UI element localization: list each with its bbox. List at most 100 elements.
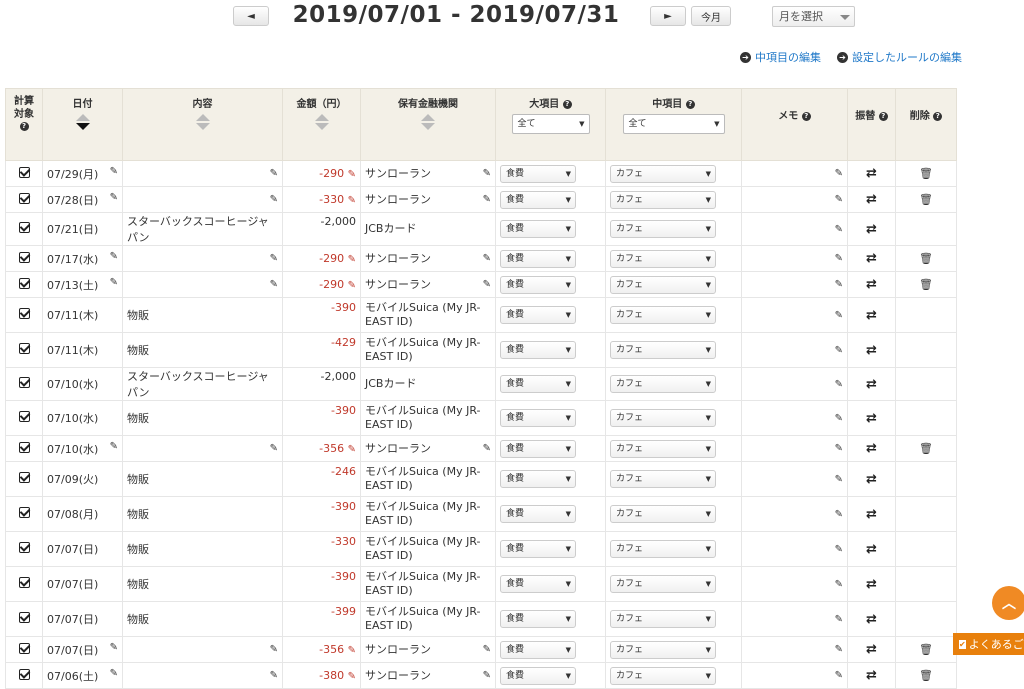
middle-category-select[interactable]: カフェ	[610, 375, 716, 393]
target-checkbox[interactable]	[18, 507, 30, 518]
target-checkbox[interactable]	[18, 308, 30, 319]
transfer-icon[interactable]: ⇄	[866, 577, 877, 592]
middle-category-select[interactable]: カフェ	[610, 190, 716, 209]
pencil-icon[interactable]: ✎	[270, 194, 278, 205]
trash-icon[interactable]: 🗑	[919, 669, 933, 682]
target-checkbox[interactable]	[18, 377, 30, 388]
pencil-icon[interactable]: ✎	[270, 443, 278, 454]
target-checkbox[interactable]	[18, 668, 30, 680]
help-icon[interactable]: ?	[19, 121, 29, 131]
large-category-select[interactable]: 食費	[500, 190, 576, 209]
large-category-select[interactable]: 食費	[500, 375, 576, 393]
pencil-icon[interactable]: ✎	[110, 642, 118, 653]
large-category-select[interactable]: 食費	[500, 220, 576, 238]
col-date[interactable]: 日付	[42, 88, 123, 161]
trash-icon[interactable]: 🗑	[919, 442, 933, 455]
pencil-icon[interactable]: ✎	[348, 254, 356, 265]
middle-category-select[interactable]: カフェ	[610, 275, 716, 294]
pencil-icon[interactable]: ✎	[483, 669, 491, 683]
large-category-select[interactable]: 食費	[500, 249, 576, 268]
target-checkbox[interactable]	[18, 642, 30, 654]
pencil-icon[interactable]: ✎	[348, 645, 356, 656]
middle-filter-select[interactable]: 全て	[622, 114, 725, 134]
target-checkbox[interactable]	[18, 251, 30, 263]
large-category-select[interactable]: 食費	[500, 470, 576, 488]
scroll-to-top-button[interactable]: ︿	[992, 586, 1024, 620]
month-select[interactable]: 月を選択	[772, 6, 855, 27]
large-category-select[interactable]: 食費	[500, 341, 576, 359]
pencil-icon[interactable]: ✎	[110, 441, 118, 452]
target-checkbox[interactable]	[18, 441, 30, 453]
pencil-icon[interactable]: ✎	[270, 253, 278, 264]
transfer-icon[interactable]: ⇄	[866, 277, 877, 292]
large-category-select[interactable]: 食費	[500, 610, 576, 628]
transfer-icon[interactable]: ⇄	[866, 507, 877, 522]
pencil-icon[interactable]: ✎	[270, 279, 278, 290]
large-category-select[interactable]: 食費	[500, 164, 576, 183]
large-filter-select[interactable]: 全て	[511, 114, 590, 134]
this-month-button[interactable]: 今月	[691, 6, 731, 26]
middle-category-select[interactable]: カフェ	[610, 341, 716, 359]
pencil-icon[interactable]: ✎	[270, 644, 278, 655]
transfer-icon[interactable]: ⇄	[866, 251, 877, 266]
transfer-icon[interactable]: ⇄	[866, 192, 877, 207]
pencil-icon[interactable]: ✎	[835, 670, 843, 681]
pencil-icon[interactable]: ✎	[835, 443, 843, 454]
target-checkbox[interactable]	[18, 542, 30, 553]
middle-category-select[interactable]: カフェ	[610, 306, 716, 324]
middle-category-select[interactable]: カフェ	[610, 439, 716, 458]
middle-category-select[interactable]: カフェ	[610, 640, 716, 659]
sort-icon[interactable]	[421, 114, 435, 130]
pencil-icon[interactable]: ✎	[348, 195, 356, 206]
target-checkbox[interactable]	[18, 577, 30, 588]
transfer-icon[interactable]: ⇄	[866, 612, 877, 627]
edit-rules-link[interactable]: ➔ 設定したルールの編集	[837, 49, 962, 65]
faq-button[interactable]: ✔ よくあるご質問	[953, 633, 1024, 655]
pencil-icon[interactable]: ✎	[270, 670, 278, 681]
trash-icon[interactable]: 🗑	[919, 278, 933, 291]
middle-category-select[interactable]: カフェ	[610, 164, 716, 183]
pencil-icon[interactable]: ✎	[348, 444, 356, 455]
help-icon[interactable]: ?	[562, 99, 572, 109]
trash-icon[interactable]: 🗑	[919, 193, 933, 206]
target-checkbox[interactable]	[18, 411, 30, 422]
large-category-select[interactable]: 食費	[500, 540, 576, 558]
col-institution[interactable]: 保有金融機関	[360, 88, 496, 161]
pencil-icon[interactable]: ✎	[835, 194, 843, 205]
pencil-icon[interactable]: ✎	[835, 474, 843, 485]
help-icon[interactable]: ?	[801, 111, 811, 121]
pencil-icon[interactable]: ✎	[835, 224, 843, 235]
pencil-icon[interactable]: ✎	[483, 643, 491, 657]
pencil-icon[interactable]: ✎	[835, 279, 843, 290]
transfer-icon[interactable]: ⇄	[866, 542, 877, 557]
transfer-icon[interactable]: ⇄	[866, 472, 877, 487]
pencil-icon[interactable]: ✎	[110, 166, 118, 177]
edit-middle-link[interactable]: ➔ 中項目の編集	[740, 49, 821, 65]
middle-category-select[interactable]: カフェ	[610, 409, 716, 427]
pencil-icon[interactable]: ✎	[835, 168, 843, 179]
pencil-icon[interactable]: ✎	[110, 192, 118, 203]
pencil-icon[interactable]: ✎	[835, 544, 843, 555]
help-icon[interactable]: ?	[878, 111, 888, 121]
middle-category-select[interactable]: カフェ	[610, 610, 716, 628]
pencil-icon[interactable]: ✎	[110, 251, 118, 262]
pencil-icon[interactable]: ✎	[483, 252, 491, 266]
trash-icon[interactable]: 🗑	[919, 252, 933, 265]
large-category-select[interactable]: 食費	[500, 409, 576, 427]
sort-icon[interactable]	[195, 114, 210, 130]
pencil-icon[interactable]: ✎	[348, 671, 356, 682]
pencil-icon[interactable]: ✎	[348, 169, 356, 180]
pencil-icon[interactable]: ✎	[110, 277, 118, 288]
pencil-icon[interactable]: ✎	[483, 167, 491, 181]
trash-icon[interactable]: 🗑	[919, 643, 933, 656]
pencil-icon[interactable]: ✎	[270, 168, 278, 179]
transfer-icon[interactable]: ⇄	[866, 166, 877, 181]
pencil-icon[interactable]: ✎	[835, 614, 843, 625]
large-category-select[interactable]: 食費	[500, 666, 576, 685]
col-content[interactable]: 内容	[122, 88, 283, 161]
target-checkbox[interactable]	[18, 192, 30, 204]
help-icon[interactable]: ?	[933, 111, 943, 121]
target-checkbox[interactable]	[18, 166, 30, 178]
transfer-icon[interactable]: ⇄	[866, 377, 877, 392]
pencil-icon[interactable]: ✎	[835, 413, 843, 424]
